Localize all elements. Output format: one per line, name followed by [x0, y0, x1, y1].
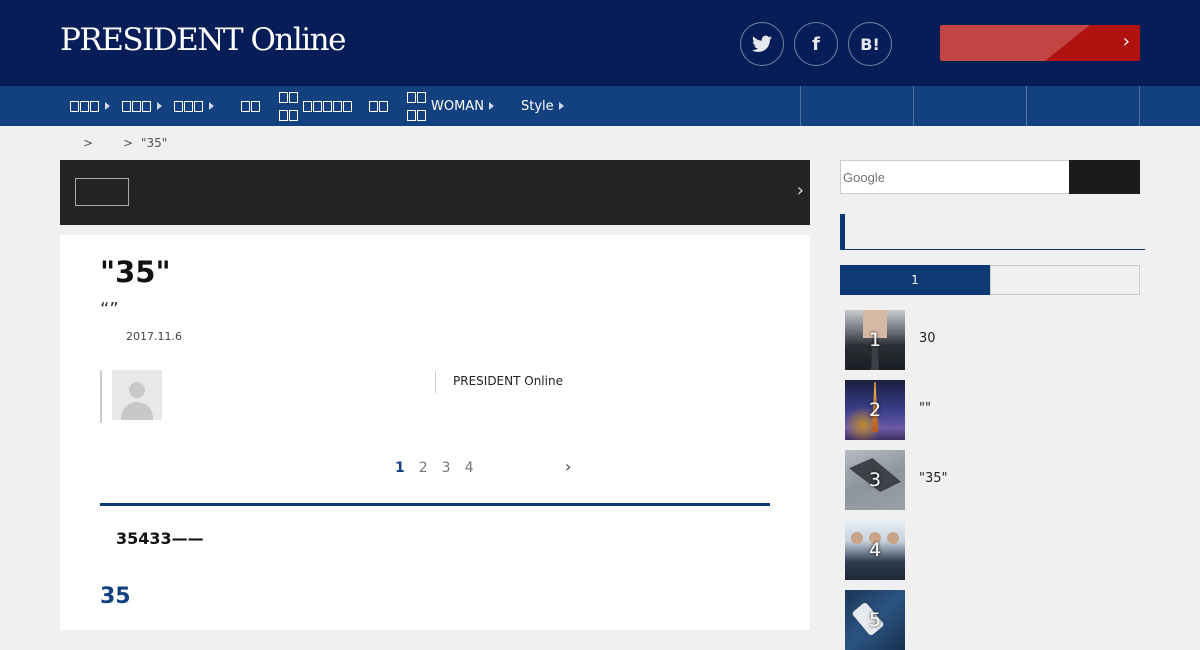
article-subtitle: “”	[100, 299, 119, 320]
nav-item-label: Style	[521, 98, 554, 114]
caret-right-icon	[209, 102, 214, 110]
chevron-right-icon: ›	[796, 180, 804, 201]
ranking-tab-active[interactable]: 1	[840, 265, 990, 295]
publisher-name: PRESIDENT Online	[453, 374, 563, 388]
chevron-right-icon: ›	[1122, 31, 1130, 52]
hatena-bookmark-button[interactable]: B!	[848, 22, 892, 66]
facebook-share-button[interactable]: f	[794, 22, 838, 66]
section-heading: 35	[100, 584, 131, 609]
avatar-placeholder-icon	[129, 382, 145, 398]
breadcrumb-separator: >	[123, 136, 134, 150]
facebook-icon: f	[812, 33, 820, 55]
author-avatar[interactable]	[112, 370, 162, 420]
twitter-icon	[752, 35, 772, 52]
ranking-thumbnail[interactable]: 3	[845, 450, 905, 510]
nav-item-2[interactable]	[122, 86, 162, 126]
nav-divider	[800, 86, 801, 126]
page-link-1[interactable]: 1	[395, 460, 405, 476]
hatena-bookmark-icon: B!	[860, 34, 880, 54]
ranking-thumbnail[interactable]: 2	[845, 380, 905, 440]
author-divider	[100, 370, 102, 423]
promo-banner[interactable]: ›	[60, 160, 810, 225]
avatar-body	[121, 402, 153, 420]
nav-item-3[interactable]	[174, 86, 214, 126]
ranking-tab-inactive[interactable]	[990, 265, 1140, 295]
site-header: PRESIDENT Online f B! ›	[0, 0, 1200, 86]
pagination: 1 2 3 4	[395, 460, 474, 476]
nav-item-6[interactable]	[369, 86, 389, 126]
breadcrumb-current: "35"	[141, 136, 168, 150]
ranking-title[interactable]: ""	[919, 401, 931, 416]
ranking-thumbnail[interactable]: 5	[845, 590, 905, 650]
cta-highlight	[940, 25, 1090, 61]
nav-divider	[1139, 86, 1140, 126]
article-title: "35"	[100, 255, 171, 289]
global-nav: WOMAN Style	[0, 86, 1200, 126]
nav-divider	[1026, 86, 1027, 126]
nav-divider	[913, 86, 914, 126]
nav-item-1[interactable]	[70, 86, 110, 126]
next-page-chevron-icon[interactable]: ›	[565, 457, 571, 476]
caret-right-icon	[157, 102, 162, 110]
page-link-3[interactable]: 3	[442, 460, 451, 476]
rank-number: 3	[868, 469, 882, 491]
nav-item-4[interactable]	[241, 86, 261, 126]
rank-number: 1	[868, 329, 882, 351]
nav-item-woman[interactable]: WOMAN	[407, 86, 494, 126]
article-date: 2017.11.6	[126, 330, 182, 343]
rank-number: 4	[868, 539, 882, 561]
page-link-2[interactable]: 2	[419, 460, 428, 476]
nav-item-5[interactable]	[279, 86, 353, 126]
site-search-input[interactable]	[840, 160, 1070, 194]
banner-label-box	[75, 178, 129, 206]
site-logo[interactable]: PRESIDENT Online	[60, 22, 346, 58]
caret-right-icon	[558, 102, 564, 110]
twitter-share-button[interactable]	[740, 22, 784, 66]
header-cta-button[interactable]: ›	[940, 25, 1140, 61]
caret-right-icon	[105, 102, 110, 110]
ranking-thumbnail[interactable]: 1	[845, 310, 905, 370]
breadcrumb-separator: >	[83, 136, 94, 150]
ranking-title[interactable]: 30	[919, 331, 936, 346]
caret-right-icon	[488, 102, 494, 110]
rank-number: 2	[868, 399, 882, 421]
page-link-4[interactable]: 4	[465, 460, 474, 476]
ranking-heading	[840, 214, 1145, 250]
publisher-divider	[435, 371, 436, 393]
article-lead: 35433——	[116, 529, 204, 548]
rank-number: 5	[868, 609, 882, 631]
search-button[interactable]	[1069, 160, 1140, 194]
nav-item-label: WOMAN	[431, 98, 484, 114]
nav-item-style[interactable]: Style	[521, 86, 564, 126]
article-divider	[100, 503, 770, 506]
article-body: "35" “” 2017.11.6 PRESIDENT Online 1 2 3…	[60, 235, 810, 630]
ranking-thumbnail[interactable]: 4	[845, 520, 905, 580]
ranking-title[interactable]: "35"	[919, 471, 948, 486]
